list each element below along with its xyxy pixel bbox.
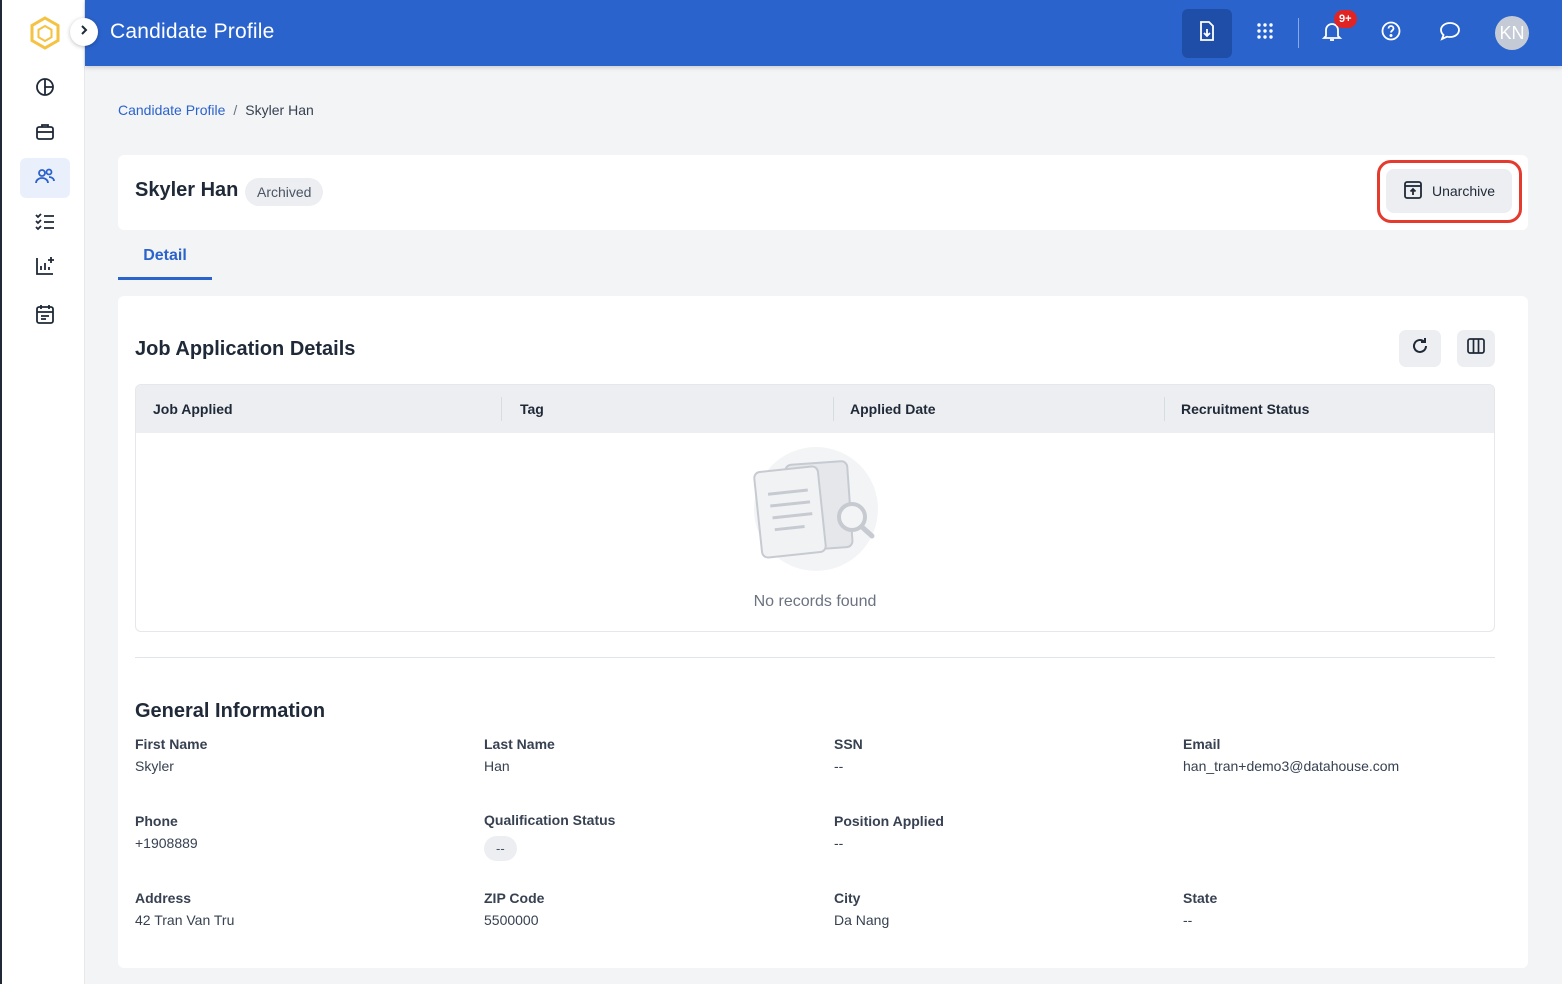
breadcrumb-current: Skyler Han — [245, 102, 314, 118]
table-header: Job Applied Tag Applied Date Recruitment… — [136, 385, 1494, 433]
field-label: Qualification Status — [484, 812, 616, 828]
tab-detail[interactable]: Detail — [118, 236, 212, 280]
profile-header: Skyler Han Archived Unarchive — [118, 155, 1528, 230]
sidebar-expand-button[interactable] — [70, 18, 98, 46]
field-label: Phone — [135, 813, 178, 829]
pie-chart-icon — [34, 76, 56, 103]
status-badge: Archived — [245, 178, 324, 206]
chat-icon — [1438, 20, 1462, 47]
field-value: Skyler — [135, 758, 174, 774]
apps-button[interactable] — [1240, 9, 1290, 58]
sidebar-item-calendar[interactable] — [20, 296, 70, 336]
field-phone: Phone +1908889 — [135, 813, 198, 851]
sidebar-item-dashboard[interactable] — [20, 69, 70, 109]
field-email: Email han_tran+demo3@datahouse.com — [1183, 736, 1399, 774]
field-value: -- — [834, 835, 844, 851]
qualification-status-chip: -- — [484, 836, 517, 861]
field-zip-code: ZIP Code 5500000 — [484, 890, 544, 928]
field-ssn: SSN -- — [834, 736, 863, 774]
field-value: -- — [1183, 912, 1193, 928]
columns-button[interactable] — [1457, 330, 1495, 367]
column-tag[interactable]: Tag — [520, 401, 544, 417]
download-document-button[interactable] — [1182, 9, 1232, 58]
field-qualification-status: Qualification Status -- — [484, 812, 615, 861]
field-state: State -- — [1183, 890, 1217, 928]
field-value: -- — [834, 758, 844, 774]
briefcase-icon — [34, 121, 56, 148]
unarchive-button[interactable]: Unarchive — [1386, 169, 1512, 213]
calendar-icon — [34, 303, 56, 330]
breadcrumb: Candidate Profile / Skyler Han — [118, 102, 314, 118]
field-label: Position Applied — [834, 813, 944, 829]
help-icon — [1380, 20, 1402, 47]
candidate-name: Skyler Han — [135, 179, 239, 201]
content-card: Job Application Details Job Applied Tag … — [118, 296, 1528, 968]
empty-state-text: No records found — [753, 593, 877, 610]
field-value: 5500000 — [484, 912, 539, 928]
refresh-icon — [1410, 336, 1430, 361]
sidebar-item-reports[interactable] — [20, 248, 70, 288]
column-separator — [833, 397, 834, 421]
job-applications-table: Job Applied Tag Applied Date Recruitment… — [135, 384, 1495, 632]
empty-state: No records found — [136, 433, 1494, 631]
section-divider — [135, 657, 1495, 658]
notification-badge: 9+ — [1334, 10, 1357, 28]
general-information-title: General Information — [135, 700, 326, 722]
field-value: +1908889 — [135, 835, 198, 851]
field-label: SSN — [834, 736, 863, 752]
apps-grid-icon — [1255, 21, 1275, 46]
field-position-applied: Position Applied -- — [834, 813, 944, 851]
refresh-button[interactable] — [1399, 330, 1441, 367]
top-bar: Candidate Profile 9+ KN — [85, 0, 1562, 66]
page-title: Candidate Profile — [110, 20, 275, 43]
field-value: 42 Tran Van Tru — [135, 912, 235, 928]
job-applications-title: Job Application Details — [135, 338, 356, 360]
column-recruitment-status[interactable]: Recruitment Status — [1181, 401, 1309, 417]
field-address: Address 42 Tran Van Tru — [135, 890, 234, 928]
sidebar-item-candidates[interactable] — [20, 158, 70, 198]
chart-add-icon — [34, 255, 56, 282]
chevron-right-icon — [78, 23, 90, 41]
unarchive-icon — [1403, 180, 1423, 203]
field-value: han_tran+demo3@datahouse.com — [1183, 758, 1400, 774]
field-value: Han — [484, 758, 510, 774]
column-job-applied[interactable]: Job Applied — [153, 401, 233, 417]
field-city: City Da Nang — [834, 890, 889, 928]
download-doc-icon — [1196, 20, 1218, 47]
users-icon — [34, 165, 56, 192]
user-avatar[interactable]: KN — [1495, 16, 1529, 50]
sidebar — [0, 0, 85, 984]
help-button[interactable] — [1366, 9, 1416, 58]
sidebar-item-tasks[interactable] — [20, 203, 70, 243]
column-separator — [501, 397, 502, 421]
field-label: State — [1183, 890, 1218, 906]
breadcrumb-link-candidate-profile[interactable]: Candidate Profile — [118, 102, 225, 118]
field-label: Email — [1183, 736, 1221, 752]
header-divider — [1298, 18, 1299, 48]
field-label: Last Name — [484, 736, 555, 752]
field-label: Address — [135, 890, 192, 906]
field-label: City — [834, 890, 861, 906]
sidebar-item-jobs[interactable] — [20, 114, 70, 154]
field-first-name: First Name Skyler — [135, 736, 207, 774]
column-applied-date[interactable]: Applied Date — [850, 401, 936, 417]
field-value: Da Nang — [834, 912, 890, 928]
chat-button[interactable] — [1425, 9, 1475, 58]
checklist-icon — [34, 210, 56, 237]
unarchive-label: Unarchive — [1431, 183, 1496, 199]
breadcrumb-separator: / — [233, 102, 238, 118]
empty-documents-icon — [748, 447, 880, 577]
columns-icon — [1466, 336, 1486, 361]
column-separator — [1164, 397, 1165, 421]
app-logo-icon[interactable] — [28, 16, 62, 50]
field-label: ZIP Code — [484, 890, 545, 906]
field-last-name: Last Name Han — [484, 736, 555, 774]
field-label: First Name — [135, 736, 208, 752]
